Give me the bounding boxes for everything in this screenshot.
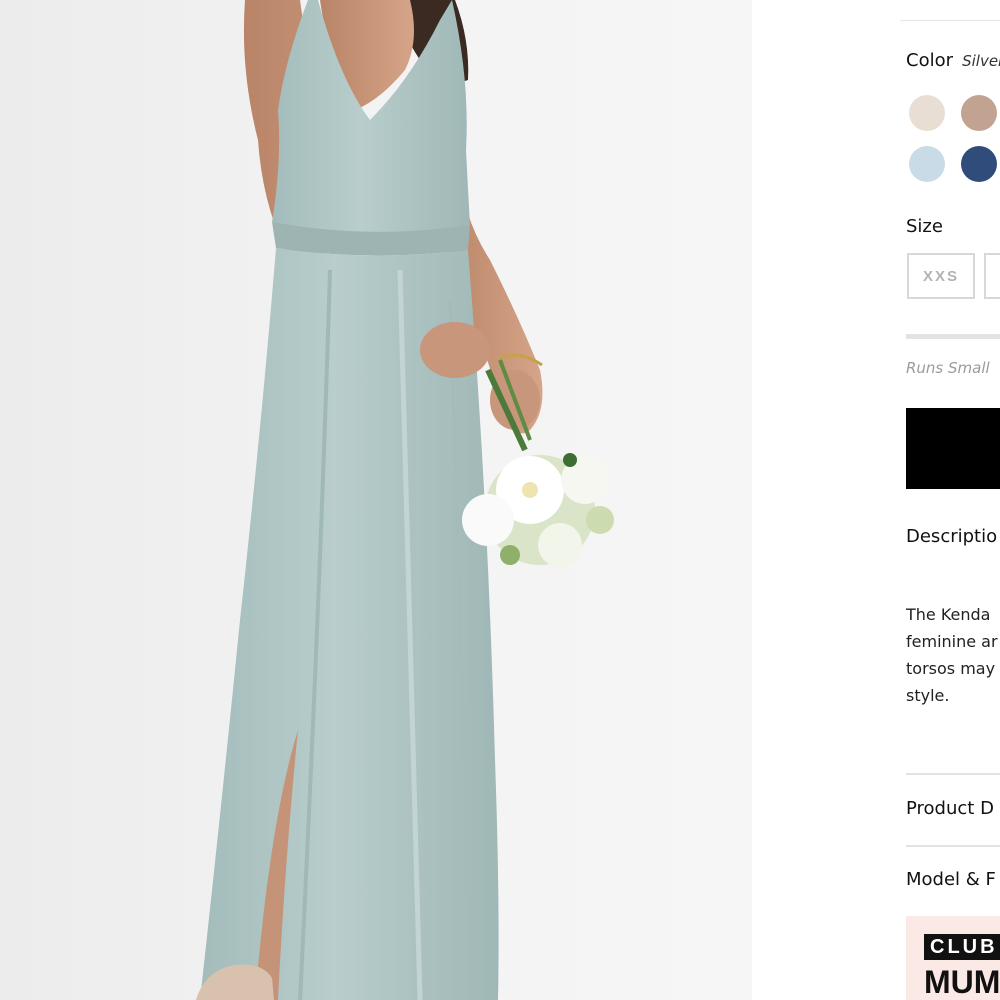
model-fit-heading[interactable]: Model & F — [906, 869, 996, 890]
color-swatch-navy[interactable] — [961, 146, 997, 182]
divider — [906, 845, 1000, 847]
club-banner[interactable]: CLUB MUM — [906, 916, 1000, 1000]
divider — [900, 20, 1000, 21]
selected-color-name: Silver — [962, 52, 1000, 70]
add-to-bag-button[interactable] — [906, 408, 1000, 489]
product-photo — [0, 0, 752, 1000]
color-swatch-taupe[interactable] — [961, 95, 997, 131]
color-label: Color — [906, 50, 953, 71]
color-swatch-cream[interactable] — [909, 95, 945, 131]
color-heading: Color Silver — [906, 50, 1000, 71]
description-line: style. — [906, 686, 950, 705]
divider — [906, 773, 1000, 775]
description-line: feminine ar — [906, 632, 998, 651]
product-options-panel: Color Silver Size XXS Runs Small Descrip… — [752, 0, 1000, 1000]
size-option-next[interactable] — [984, 253, 1000, 299]
description-line: The Kenda — [906, 605, 991, 624]
size-divider — [906, 334, 1000, 339]
size-label: Size — [906, 216, 943, 237]
fit-note: Runs Small — [906, 359, 990, 377]
description-line: torsos may — [906, 659, 996, 678]
product-details-heading[interactable]: Product D — [906, 798, 994, 819]
description-text: The Kenda feminine ar torsos may style. — [906, 601, 1000, 709]
banner-title: CLUB — [924, 934, 1000, 960]
description-heading[interactable]: Descriptio — [906, 526, 997, 547]
size-option-xxs[interactable]: XXS — [907, 253, 975, 299]
product-page: Color Silver Size XXS Runs Small Descrip… — [0, 0, 1000, 1000]
banner-subtitle: MUM — [924, 964, 1000, 1000]
color-swatch-light-blue[interactable] — [909, 146, 945, 182]
